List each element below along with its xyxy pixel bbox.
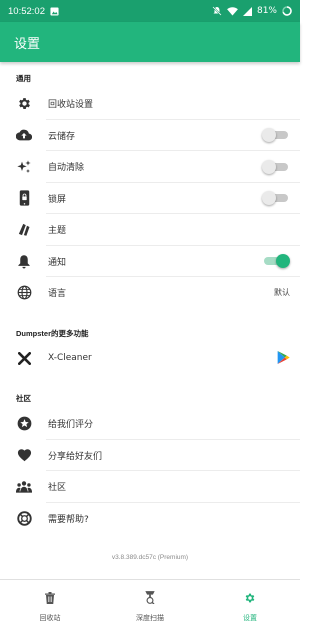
settings-row-community[interactable]: 社区 bbox=[0, 471, 300, 503]
image-notification-icon bbox=[50, 6, 59, 16]
settings-row-label: 自动清除 bbox=[48, 163, 85, 174]
settings-row-label: 云储存 bbox=[48, 131, 76, 142]
status-time: 10:52:02 bbox=[8, 5, 45, 17]
settings-row-cloud-storage[interactable]: 云储存 bbox=[0, 120, 300, 151]
gear-icon bbox=[0, 96, 48, 111]
settings-row-share[interactable]: 分享给好友们 bbox=[0, 440, 300, 471]
settings-row-theme[interactable]: 主题 bbox=[0, 214, 300, 246]
globe-icon bbox=[0, 285, 48, 300]
settings-row-recycle-bin[interactable]: 回收站设置 bbox=[0, 88, 300, 120]
settings-row-label: 需要帮助? bbox=[48, 514, 89, 525]
star-icon bbox=[0, 416, 48, 431]
lock-screen-toggle[interactable] bbox=[262, 191, 290, 206]
nav-label: 设置 bbox=[243, 614, 257, 622]
nav-item-settings[interactable]: 设置 bbox=[200, 580, 300, 632]
trash-icon bbox=[45, 589, 55, 608]
section-header-community: 社区 bbox=[16, 394, 31, 403]
battery-ring-icon bbox=[282, 6, 292, 16]
sparkle-icon bbox=[0, 159, 48, 175]
settings-row-language[interactable]: 语言 默认 bbox=[0, 277, 300, 309]
community-icon bbox=[0, 480, 48, 493]
settings-row-lock-screen[interactable]: 锁屏 bbox=[0, 183, 300, 214]
page-title: 设置 bbox=[14, 36, 41, 52]
heart-icon bbox=[0, 448, 48, 462]
settings-row-label: 社区 bbox=[48, 483, 67, 494]
version-text: v3.8.389.dc57c (Premium) bbox=[111, 554, 189, 561]
bell-icon bbox=[0, 254, 48, 269]
app-bar: 设置 bbox=[0, 22, 300, 62]
settings-list[interactable]: 通用 回收站设置 云储存 自动清除 锁屏 主题 通知 语言 默认 Dumpste… bbox=[0, 62, 300, 579]
play-store-icon[interactable] bbox=[277, 350, 290, 367]
settings-row-label: 锁屏 bbox=[48, 194, 67, 205]
settings-row-label: 回收站设置 bbox=[48, 100, 94, 111]
theme-icon bbox=[0, 222, 48, 237]
cloud-upload-icon bbox=[0, 129, 48, 141]
settings-row-label: 分享给好友们 bbox=[48, 451, 103, 462]
settings-row-label: 给我们评分 bbox=[48, 420, 94, 431]
cloud-storage-toggle[interactable] bbox=[262, 128, 290, 143]
settings-row-rate-us[interactable]: 给我们评分 bbox=[0, 408, 300, 440]
battery-percent: 81% bbox=[256, 6, 277, 16]
lock-screen-icon bbox=[0, 190, 48, 206]
language-value: 默认 bbox=[274, 288, 290, 298]
settings-row-notifications[interactable]: 通知 bbox=[0, 246, 300, 277]
bottom-navigation: 回收站 深度扫描 设置 bbox=[0, 579, 300, 632]
nav-item-deep-scan[interactable]: 深度扫描 bbox=[100, 580, 200, 632]
settings-row-label: X-Cleaner bbox=[48, 353, 92, 364]
mute-icon bbox=[212, 6, 222, 16]
wifi-icon bbox=[227, 6, 238, 16]
deep-scan-icon bbox=[143, 589, 157, 608]
nav-label: 回收站 bbox=[39, 614, 61, 622]
gear-icon bbox=[244, 589, 256, 608]
section-header-general: 通用 bbox=[16, 74, 31, 83]
settings-row-label: 通知 bbox=[48, 257, 67, 268]
settings-row-auto-clean[interactable]: 自动清除 bbox=[0, 151, 300, 183]
settings-row-help[interactable]: 需要帮助? bbox=[0, 503, 300, 535]
notifications-toggle[interactable] bbox=[262, 254, 290, 269]
settings-row-x-cleaner[interactable]: X-Cleaner bbox=[0, 343, 300, 375]
help-icon bbox=[0, 511, 48, 526]
signal-icon bbox=[242, 6, 252, 16]
settings-row-label: 主题 bbox=[48, 226, 67, 237]
x-cleaner-icon bbox=[0, 351, 48, 365]
nav-label: 深度扫描 bbox=[136, 614, 164, 622]
settings-row-label: 语言 bbox=[48, 289, 67, 300]
section-header-more: Dumpster的更多功能 bbox=[16, 328, 89, 338]
status-bar: 10:52:02 81% bbox=[0, 0, 300, 22]
auto-clean-toggle[interactable] bbox=[262, 159, 290, 174]
nav-item-recycle-bin[interactable]: 回收站 bbox=[0, 580, 100, 632]
